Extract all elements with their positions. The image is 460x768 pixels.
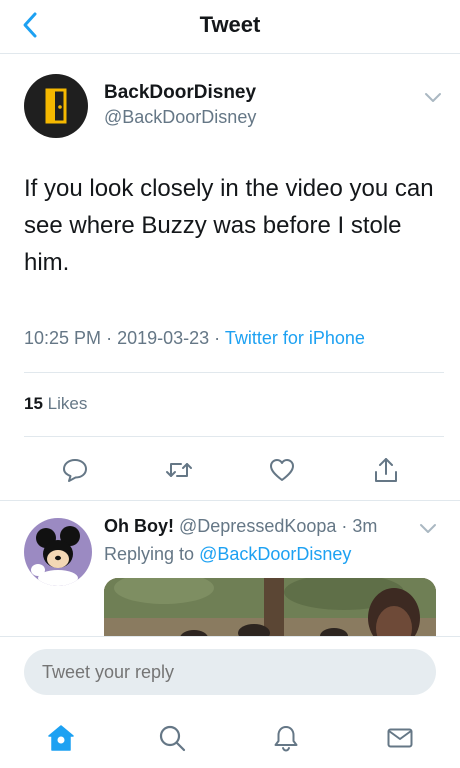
reply-media[interactable] (104, 578, 436, 636)
tab-messages[interactable] (382, 720, 418, 756)
tweet-text: If you look closely in the video you can… (24, 175, 434, 276)
video-thumbnail (104, 578, 436, 636)
tweet-menu-button[interactable] (422, 86, 444, 108)
envelope-icon (387, 728, 413, 748)
reply-avatar[interactable] (24, 518, 92, 586)
home-icon (48, 725, 74, 751)
reply-menu-button[interactable] (418, 518, 438, 538)
meta-separator: · (106, 328, 118, 348)
reply-tweet[interactable]: Oh Boy! @DepressedKoopa · 3m Replying to… (0, 502, 460, 636)
cartoon-mouse-avatar-icon (31, 526, 80, 586)
tab-search[interactable] (154, 720, 190, 756)
tweet-source-link[interactable]: Twitter for iPhone (225, 328, 365, 348)
tweet-author: BackDoorDisney @BackDoorDisney (24, 74, 444, 138)
bell-icon (274, 726, 298, 752)
tweet-time: 10:25 PM (24, 328, 102, 348)
author-name[interactable]: BackDoorDisney (104, 82, 256, 104)
replying-to-link[interactable]: @BackDoorDisney (199, 544, 351, 564)
reply-author-name[interactable]: Oh Boy! (104, 516, 174, 536)
heart-icon (270, 459, 294, 481)
divider (24, 436, 444, 437)
tweet-date: 2019-03-23 (117, 328, 210, 348)
reply-author-handle[interactable]: @DepressedKoopa (179, 516, 336, 536)
like-button[interactable] (264, 452, 300, 488)
search-icon (159, 725, 186, 752)
reply-button[interactable] (57, 452, 93, 488)
retweet-icon (166, 463, 192, 477)
likes-count: 15 (24, 394, 43, 413)
likes-stat[interactable]: 15 Likes (24, 394, 87, 414)
chevron-down-icon (420, 524, 436, 533)
meta-separator: · (341, 516, 353, 536)
replying-to-line: Replying to @BackDoorDisney (104, 544, 351, 565)
door-logo-icon (45, 88, 67, 124)
retweet-button[interactable] (161, 452, 197, 488)
page-title: Tweet (199, 12, 261, 37)
divider (24, 372, 444, 373)
reply-age: 3m (352, 516, 378, 536)
share-button[interactable] (368, 452, 404, 488)
comment-icon (63, 459, 87, 482)
share-icon (375, 458, 397, 482)
author-handle[interactable]: @BackDoorDisney (104, 107, 256, 128)
meta-separator: · (214, 328, 225, 348)
tweet-meta: 10:25 PM · 2019-03-23 · Twitter for iPho… (24, 328, 365, 349)
likes-label: Likes (47, 394, 88, 413)
divider (0, 500, 460, 501)
author-avatar[interactable] (24, 74, 88, 138)
replying-to-label: Replying to (104, 544, 195, 564)
bottom-tab-bar (0, 708, 460, 768)
top-bar: Tweet (0, 0, 460, 54)
reply-input[interactable] (24, 649, 436, 695)
tweet-actions (0, 452, 460, 488)
tab-home[interactable] (43, 720, 79, 756)
reply-header: Oh Boy! @DepressedKoopa · 3m (104, 516, 377, 537)
reply-composer (0, 636, 460, 708)
chevron-down-icon (425, 93, 441, 102)
tab-notifications[interactable] (268, 720, 304, 756)
